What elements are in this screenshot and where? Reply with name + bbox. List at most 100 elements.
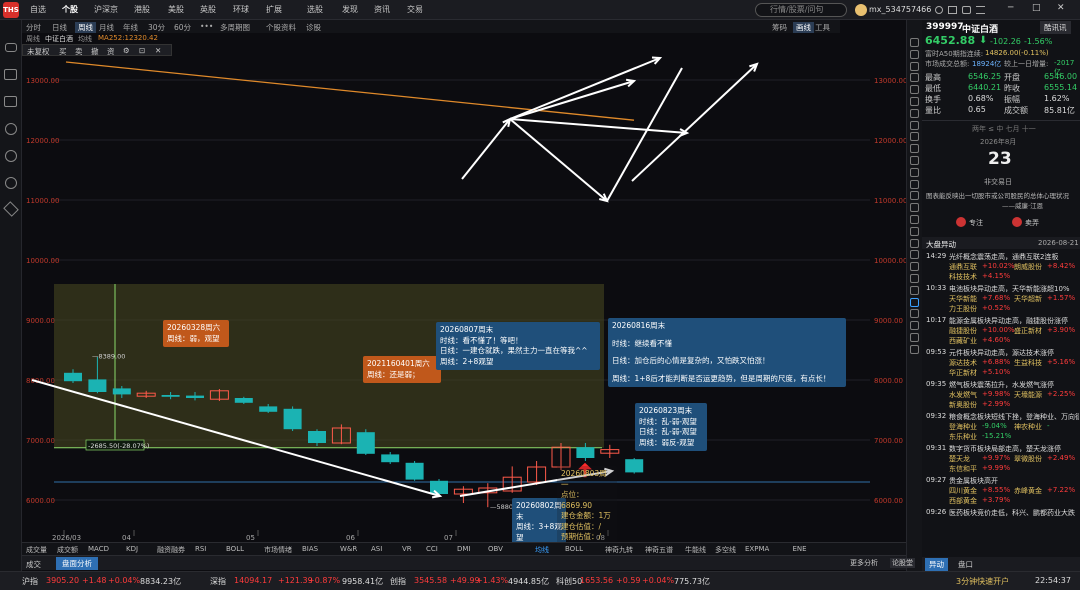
draw-tool-icon-26[interactable] (910, 344, 919, 354)
news-tag-0-2[interactable]: 科技技术 (949, 272, 977, 282)
menu-item-0[interactable]: 自选 (30, 4, 46, 15)
news-tag-7-1[interactable]: 赤峰黄金 (1014, 486, 1042, 496)
draw-tool-icon-16[interactable] (910, 226, 919, 236)
gamepad-icon[interactable] (5, 43, 17, 52)
draw-tool-icon-11[interactable] (910, 167, 919, 177)
period-tab-8[interactable]: 多周期图 (220, 22, 250, 33)
overlay-tab-7[interactable]: ENE (793, 545, 807, 553)
period-tab-4[interactable]: 年线 (123, 22, 138, 33)
quickbar-item-5[interactable]: ⚙ (123, 46, 130, 55)
news-tag-2-1[interactable]: 盛正新材 (1014, 326, 1042, 336)
indicator-tab-3[interactable]: KDJ (126, 545, 138, 553)
overlay-tab-1[interactable]: BOLL (565, 545, 583, 553)
indicator-tab-5[interactable]: RSI (195, 545, 206, 553)
candle-body-7[interactable] (234, 398, 253, 403)
document-icon[interactable] (4, 96, 17, 107)
draw-tool-icon-22[interactable] (910, 297, 919, 307)
close-button[interactable]: ✕ (1057, 3, 1065, 13)
period-tab-6[interactable]: 60分 (174, 22, 191, 33)
calendar-nav[interactable]: 两年 ≤ 中 七月 十一 (972, 124, 1036, 134)
index-name-3[interactable]: 科创50 (556, 576, 582, 587)
overlay-tab-5[interactable]: 多空线 (715, 545, 736, 555)
message-icon[interactable] (935, 6, 943, 14)
overlay-tab-2[interactable]: 神奇九转 (605, 545, 633, 555)
candle-body-4[interactable] (161, 395, 180, 397)
app-logo[interactable]: THS (3, 2, 19, 18)
news-tag-7-0[interactable]: 四川黄金 (949, 486, 977, 496)
indicator-tab-1[interactable]: 成交额 (57, 545, 78, 555)
skin-icon[interactable] (962, 6, 971, 14)
news-tag-0-0[interactable]: 通鼎互联 (949, 262, 977, 272)
panel-tab-1[interactable]: 盘面分析 (56, 557, 98, 570)
news-item-6[interactable]: 数字货币板块局部走高，楚天龙涨停 (949, 444, 1079, 454)
news-tag-2-2[interactable]: 西藏矿业 (949, 336, 977, 346)
draw-tool-icon-2[interactable] (910, 61, 919, 71)
index-name-1[interactable]: 深指 (210, 576, 226, 587)
news-item-2[interactable]: 能源金属板块异动走高，融捷股份涨停 (949, 316, 1079, 326)
indicator-tab-11[interactable]: VR (402, 545, 412, 553)
news-tag-4-0[interactable]: 水发燃气 (949, 390, 977, 400)
draw-tool-icon-25[interactable] (910, 333, 919, 342)
news-item-8[interactable]: 医药板块竞价走低，科兴、鹏都药业大跌 (949, 508, 1079, 518)
overlay-tab-4[interactable]: 牛能线 (685, 545, 706, 555)
period-tab-7[interactable]: ••• (200, 22, 213, 31)
period-tab-3[interactable]: 月线 (99, 22, 114, 33)
candle-body-1[interactable] (88, 379, 107, 392)
quote-button[interactable]: 酷讯讯 (1040, 21, 1071, 34)
index-name-0[interactable]: 沪指 (22, 576, 38, 587)
draw-tool-icon-21[interactable] (910, 285, 919, 295)
username[interactable]: mx_534757466 (869, 5, 931, 14)
overlay-tab-3[interactable]: 神奇五谱 (645, 545, 673, 555)
index-name-2[interactable]: 创指 (390, 576, 406, 587)
period-tab-1[interactable]: 日线 (52, 22, 67, 33)
news-tag-3-1[interactable]: 生益科技 (1014, 358, 1042, 368)
news-item-7[interactable]: 贵金属板块高开 (949, 476, 1079, 486)
indicator-tab-10[interactable]: ASI (371, 545, 382, 553)
draw-tool-icon-13[interactable] (910, 191, 919, 201)
menu-item-9[interactable]: 发现 (342, 4, 358, 15)
candle-body-21[interactable] (576, 447, 595, 458)
indicator-tab-6[interactable]: BOLL (226, 545, 244, 553)
candle-body-14[interactable] (405, 462, 424, 480)
news-item-5[interactable]: 粮食概念板块短线下挫，登海种业、万向德农 (949, 412, 1079, 422)
minimize-button[interactable]: ─ (1008, 3, 1013, 13)
draw-tool-icon-9[interactable] (910, 144, 919, 154)
menu-item-6[interactable]: 环球 (233, 4, 249, 15)
draw-tool-icon-1[interactable] (910, 49, 919, 59)
maximize-button[interactable]: □ (1032, 3, 1041, 13)
tool-tab-1[interactable]: 画线 (793, 22, 814, 33)
open-account-link[interactable]: 3分钟快速开户 (956, 576, 1009, 587)
news-tag-4-1[interactable]: 天壕能源 (1014, 390, 1042, 400)
candle-body-2[interactable] (112, 388, 131, 395)
menu-item-11[interactable]: 交易 (407, 4, 423, 15)
draw-tool-icon-5[interactable] (910, 97, 919, 106)
draw-tool-icon-8[interactable] (910, 132, 919, 142)
period-tab-9[interactable]: 个股资料 (266, 22, 296, 33)
draw-tool-icon-12[interactable] (910, 179, 919, 189)
draw-tool-icon-17[interactable] (910, 238, 919, 248)
mail-icon[interactable] (948, 6, 957, 14)
news-tag-1-2[interactable]: 力王股份 (949, 304, 977, 314)
indicator-tab-13[interactable]: DMI (457, 545, 471, 553)
news-tag-6-1[interactable]: 翠微股份 (1014, 454, 1042, 464)
news-tag-3-2[interactable]: 华正新材 (949, 368, 977, 378)
candle-body-15[interactable] (430, 480, 448, 494)
news-item-0[interactable]: 光纤概念震荡走高，通鼎互联2连板 (949, 252, 1079, 262)
news-tag-6-2[interactable]: 东信和平 (949, 464, 977, 474)
search-input[interactable]: 行情/股票/问句 (755, 3, 847, 17)
ma-toggle[interactable]: 均线 (78, 34, 92, 44)
draw-tool-icon-19[interactable] (910, 262, 919, 272)
news-tag-4-2[interactable]: 新奥股份 (949, 400, 977, 410)
tab-orderbook[interactable]: 盘口 (958, 559, 973, 570)
candle-body-10[interactable] (308, 431, 326, 443)
news-tag-5-0[interactable]: 登海种业 (949, 422, 977, 432)
indicator-tab-8[interactable]: BIAS (302, 545, 318, 553)
draw-tool-icon-6[interactable] (910, 108, 919, 118)
candle-body-8[interactable] (259, 406, 278, 412)
draw-tool-icon-7[interactable] (910, 120, 919, 130)
menu-item-8[interactable]: 选股 (307, 4, 323, 15)
share-button[interactable]: 卖弄 (1025, 218, 1039, 228)
more-analysis-link[interactable]: 更多分析 (850, 558, 878, 568)
chat-icon[interactable] (5, 150, 17, 162)
candle-body-13[interactable] (381, 454, 400, 463)
